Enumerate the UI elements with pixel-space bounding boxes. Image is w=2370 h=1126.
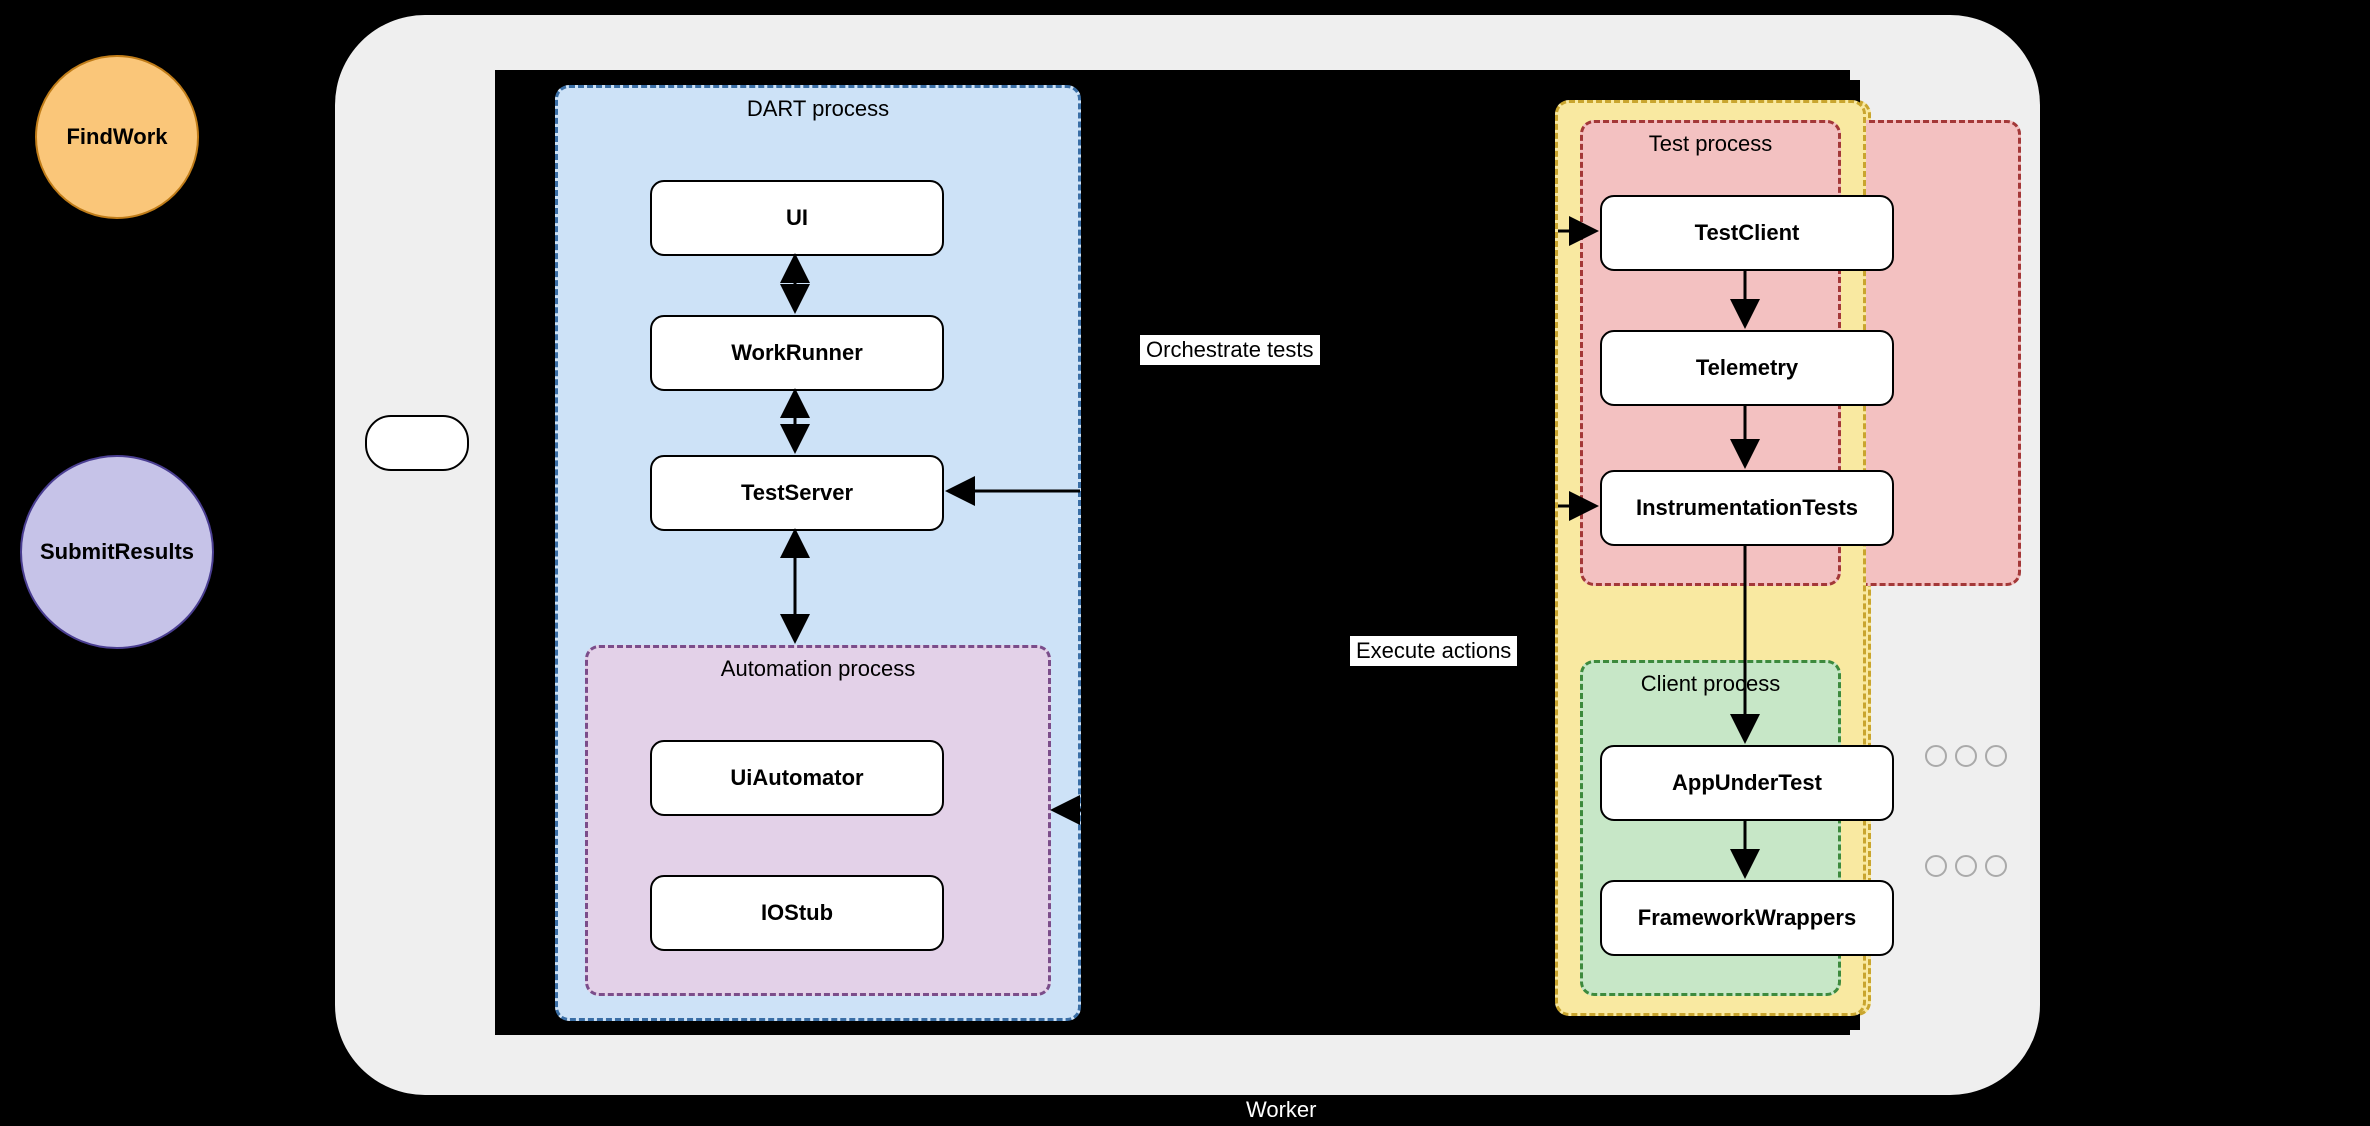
uiautomator-node: UiAutomator	[650, 740, 944, 816]
automation-process-title: Automation process	[588, 656, 1048, 682]
ui-node: UI	[650, 180, 944, 256]
dart-process-title: DART process	[558, 96, 1078, 122]
phone-sensor-dot	[1955, 855, 1977, 877]
phone-home-button	[365, 415, 469, 471]
workrunner-node: WorkRunner	[650, 315, 944, 391]
orchestrate-label: Orchestrate tests	[1140, 335, 1320, 365]
phone-sensor-dot	[1925, 745, 1947, 767]
frameworkwrappers-node: FrameworkWrappers	[1600, 880, 1894, 956]
testclient-node: TestClient	[1600, 195, 1894, 271]
phone-sensor-dot	[1925, 855, 1947, 877]
client-process-title: Client process	[1583, 671, 1838, 697]
execute-label: Execute actions	[1350, 636, 1517, 666]
phone-sensor-dot	[1985, 855, 2007, 877]
instrumentation-node: InstrumentationTests	[1600, 470, 1894, 546]
phone-sensor-dot	[1985, 745, 2007, 767]
diagram-stage: FindWork SubmitResults DART process Auto…	[0, 0, 2370, 1126]
findwork-circle: FindWork	[35, 55, 199, 219]
appundertest-node: AppUnderTest	[1600, 745, 1894, 821]
phone-sensor-dot	[1955, 745, 1977, 767]
submitresults-circle: SubmitResults	[20, 455, 214, 649]
telemetry-node: Telemetry	[1600, 330, 1894, 406]
testserver-node: TestServer	[650, 455, 944, 531]
worker-label: Worker	[1240, 1095, 1323, 1125]
test-process-title: Test process	[1583, 131, 1838, 157]
iostub-node: IOStub	[650, 875, 944, 951]
